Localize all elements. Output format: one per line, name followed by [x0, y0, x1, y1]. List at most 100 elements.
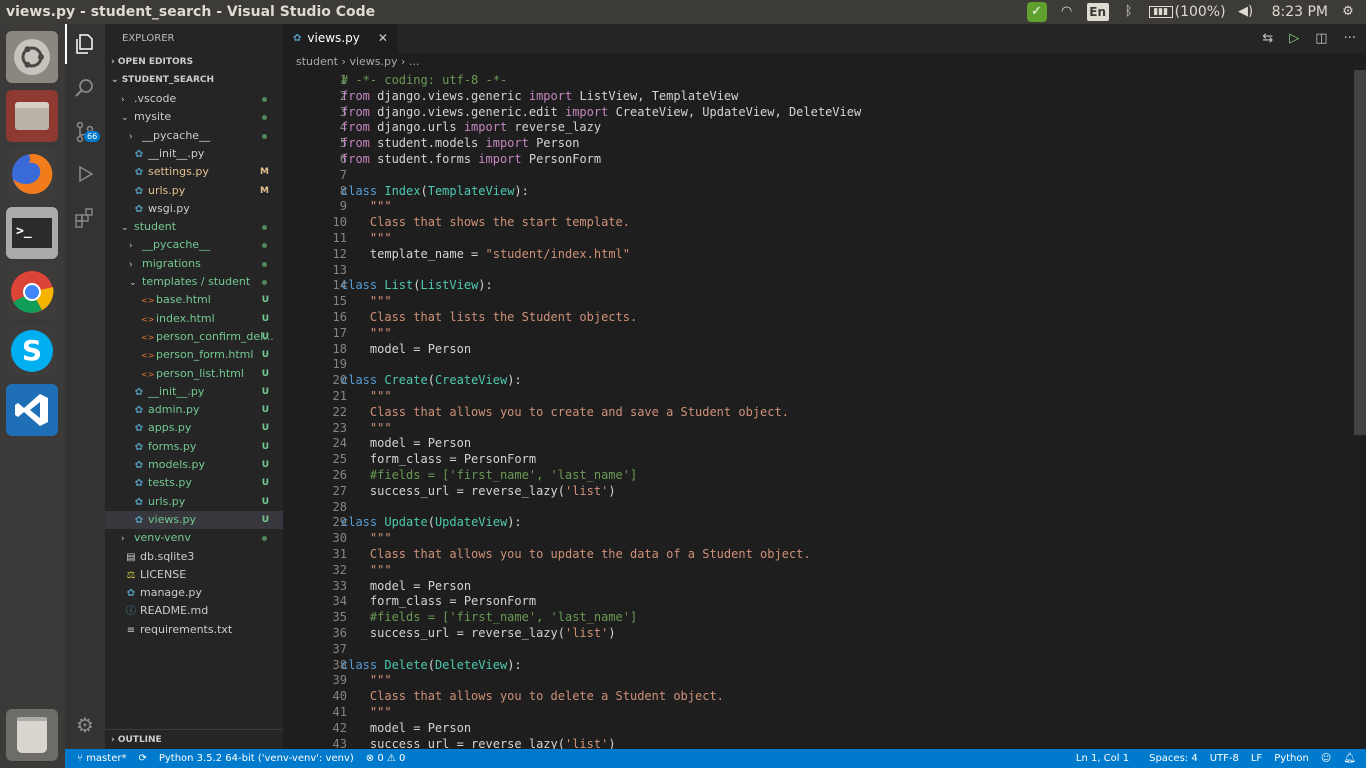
feedback-icon[interactable]: ☺	[1315, 753, 1337, 764]
folder-item[interactable]: ⌄ templates / student	[105, 273, 283, 291]
chevron-right-icon[interactable]: ›	[129, 256, 139, 273]
notifications-icon[interactable]: 🔔︎	[1337, 753, 1366, 764]
search-icon[interactable]	[65, 68, 105, 108]
run-debug-icon[interactable]	[65, 154, 105, 194]
volume-icon[interactable]: ◀)	[1236, 4, 1256, 20]
code-line[interactable]: model = Person	[341, 436, 471, 450]
explorer-icon[interactable]	[65, 24, 105, 64]
file-item[interactable]: ✿ __init__.py U	[105, 383, 283, 401]
folder-item[interactable]: › venv-venv	[105, 529, 283, 547]
code-line[interactable]: success_url = reverse_lazy('list')	[341, 484, 616, 498]
chevron-right-icon[interactable]: ›	[129, 128, 139, 145]
compare-changes-icon[interactable]: ⇆	[1262, 31, 1273, 46]
code-line[interactable]: """	[341, 294, 392, 308]
editor-scrollbar[interactable]	[1354, 70, 1366, 749]
code-line[interactable]: """	[341, 673, 392, 687]
battery-indicator[interactable]: ▮▮▮ (100%)	[1148, 4, 1226, 20]
code-line[interactable]: """	[341, 389, 392, 403]
update-check-icon[interactable]: ✓	[1026, 2, 1047, 22]
file-item[interactable]: <> person_list.html U	[105, 365, 283, 383]
project-section[interactable]: ⌄ STUDENT_SEARCH	[105, 71, 283, 89]
chevron-right-icon[interactable]: ›	[121, 530, 131, 547]
file-item[interactable]: ✿ urls.py M	[105, 182, 283, 200]
code-line[interactable]: #fields = ['first_name', 'last_name']	[341, 610, 637, 624]
tab-views-py[interactable]: ✿ views.py ✕	[283, 24, 398, 53]
code-line[interactable]: class Update(UpdateView):	[341, 515, 522, 529]
cursor-position[interactable]: Ln 1, Col 1	[1070, 753, 1143, 764]
code-line[interactable]: model = Person	[341, 342, 471, 356]
file-item[interactable]: <> index.html U	[105, 310, 283, 328]
source-control-icon[interactable]: 66	[65, 112, 105, 152]
file-item[interactable]: <> person_confirm_del... U	[105, 328, 283, 346]
git-branch[interactable]: ⑂ master*	[65, 753, 132, 764]
file-item[interactable]: ✿ settings.py M	[105, 163, 283, 181]
close-icon[interactable]: ✕	[378, 24, 388, 53]
python-interpreter[interactable]: Python 3.5.2 64-bit ('venv-venv': venv)	[153, 753, 360, 764]
ubuntu-dash-icon[interactable]	[6, 31, 58, 83]
code-line[interactable]: from django.views.generic import ListVie…	[341, 89, 738, 103]
file-item[interactable]: ✿ tests.py U	[105, 474, 283, 492]
breadcrumb[interactable]: student › views.py › ...	[283, 53, 1366, 70]
code-line[interactable]: """	[341, 531, 392, 545]
sync-icon[interactable]: ⟳	[132, 753, 152, 764]
chevron-down-icon[interactable]: ⌄	[129, 274, 139, 291]
file-item[interactable]: ✿ admin.py U	[105, 401, 283, 419]
folder-item[interactable]: ⌄ mysite	[105, 108, 283, 126]
file-item[interactable]: ✿ __init__.py	[105, 145, 283, 163]
vscode-icon[interactable]	[6, 384, 58, 436]
code-line[interactable]: model = Person	[341, 579, 471, 593]
code-line[interactable]: form_class = PersonForm	[341, 452, 536, 466]
code-line[interactable]: Class that allows you to update the data…	[341, 547, 811, 561]
folder-item[interactable]: ⌄ student	[105, 218, 283, 236]
terminal-icon[interactable]: >_	[6, 207, 58, 259]
chevron-right-icon[interactable]: ›	[129, 237, 139, 254]
skype-icon[interactable]: S	[6, 325, 58, 377]
code-line[interactable]: Class that shows the start template.	[341, 215, 630, 229]
code-line[interactable]: model = Person	[341, 721, 471, 735]
file-item[interactable]: ✿ forms.py U	[105, 438, 283, 456]
chevron-right-icon[interactable]: ›	[121, 91, 131, 108]
language-mode[interactable]: Python	[1268, 753, 1315, 764]
folder-item[interactable]: › __pycache__	[105, 127, 283, 145]
split-editor-icon[interactable]: ◫	[1315, 31, 1327, 46]
chrome-icon[interactable]	[6, 266, 58, 318]
folder-item[interactable]: › .vscode	[105, 90, 283, 108]
code-editor[interactable]: 1 # -*- coding: utf-8 -*- 2 from django.vie…	[283, 70, 1355, 751]
file-item[interactable]: ✿ views.py U	[105, 510, 283, 530]
files-icon[interactable]	[6, 90, 58, 142]
file-item[interactable]: ⓘ README.md	[105, 602, 283, 620]
line-ending[interactable]: LF	[1245, 753, 1268, 764]
encoding[interactable]: UTF-8	[1204, 753, 1245, 764]
file-item[interactable]: ✿ wsgi.py	[105, 200, 283, 218]
scrollbar-thumb[interactable]	[1354, 70, 1366, 435]
code-line[interactable]: template_name = "student/index.html"	[341, 247, 630, 261]
file-item[interactable]: ≡ requirements.txt	[105, 621, 283, 639]
code-line[interactable]: from django.views.generic.edit import Cr…	[341, 105, 861, 119]
file-item[interactable]: ▤ db.sqlite3	[105, 548, 283, 566]
code-line[interactable]: """	[341, 563, 392, 577]
code-line[interactable]: """	[341, 421, 392, 435]
code-line[interactable]: Class that lists the Student objects.	[341, 310, 637, 324]
chevron-down-icon[interactable]: ⌄	[121, 219, 131, 236]
code-line[interactable]: success_url = reverse_lazy('list')	[341, 626, 616, 640]
manage-gear-icon[interactable]: ⚙	[65, 705, 105, 745]
code-line[interactable]: """	[341, 231, 392, 245]
firefox-icon[interactable]	[6, 148, 58, 200]
code-line[interactable]: class Delete(DeleteView):	[341, 658, 522, 672]
code-line[interactable]: """	[341, 705, 392, 719]
trash-icon[interactable]	[6, 709, 58, 761]
code-line[interactable]: class Create(CreateView):	[341, 373, 522, 387]
code-line[interactable]: form_class = PersonForm	[341, 594, 536, 608]
folder-item[interactable]: › __pycache__	[105, 236, 283, 254]
folder-item[interactable]: › migrations	[105, 255, 283, 273]
code-line[interactable]: from student.forms import PersonForm	[341, 152, 601, 166]
open-editors-section[interactable]: › OPEN EDITORS	[105, 53, 283, 71]
run-file-icon[interactable]: ▷	[1289, 31, 1299, 46]
code-line[interactable]: #fields = ['first_name', 'last_name']	[341, 468, 637, 482]
code-line[interactable]: """	[341, 326, 392, 340]
code-line[interactable]: """	[341, 199, 392, 213]
indentation[interactable]: Spaces: 4	[1143, 753, 1204, 764]
code-line[interactable]: from student.models import Person	[341, 136, 579, 150]
extensions-icon[interactable]	[65, 197, 105, 237]
problems-indicator[interactable]: ⊗ 0 ⚠ 0	[360, 753, 412, 764]
